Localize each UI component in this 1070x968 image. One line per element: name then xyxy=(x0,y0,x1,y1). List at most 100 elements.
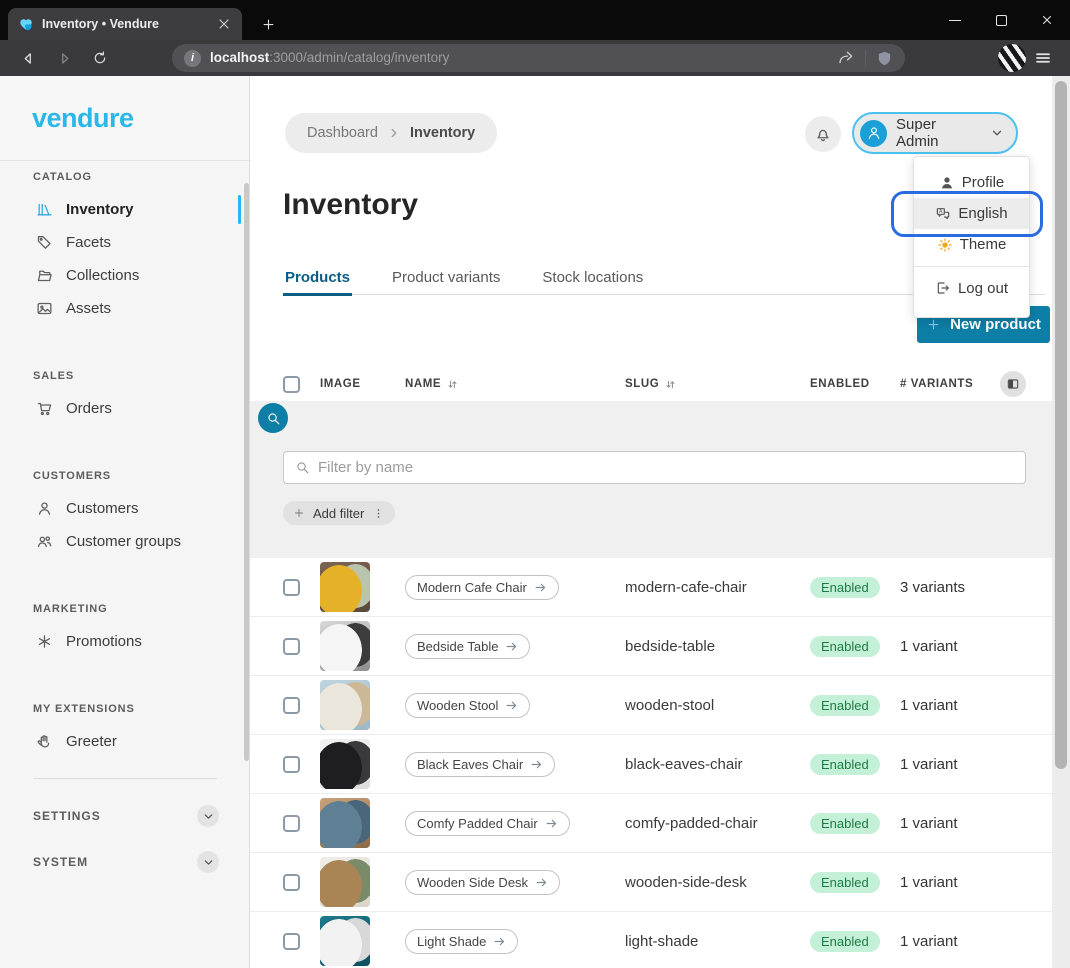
browser-tab[interactable]: Inventory • Vendure xyxy=(8,8,242,40)
product-name-link[interactable]: Light Shade xyxy=(405,929,518,954)
sort-icon[interactable] xyxy=(446,378,459,391)
row-checkbox[interactable] xyxy=(283,874,300,891)
notifications-button[interactable] xyxy=(805,116,841,152)
user-menu-item[interactable]: Profile xyxy=(914,167,1029,198)
vendure-logo[interactable]: vendure xyxy=(0,76,249,161)
menu-item-label: Profile xyxy=(962,174,1005,191)
sidebar-item[interactable]: Customers xyxy=(0,492,249,525)
add-filter-button[interactable]: Add filter xyxy=(283,501,395,525)
product-name-link[interactable]: Wooden Side Desk xyxy=(405,870,560,895)
url-host: localhost xyxy=(210,50,269,65)
table-row[interactable]: Black Eaves Chair black-eaves-chair Enab… xyxy=(250,735,1052,794)
table-row[interactable]: Comfy Padded Chair comfy-padded-chair En… xyxy=(250,794,1052,853)
column-settings-button[interactable] xyxy=(1000,371,1026,397)
sidebar-group-label: SETTINGS xyxy=(33,809,101,823)
tab[interactable]: Product variants xyxy=(390,261,502,294)
product-table-body: Modern Cafe Chair modern-cafe-chair Enab… xyxy=(250,558,1052,968)
sidebar-item-label: Assets xyxy=(66,300,111,317)
sidebar-item[interactable]: Orders xyxy=(0,392,249,425)
product-thumbnail xyxy=(320,857,370,907)
sidebar-item-icon xyxy=(36,267,53,284)
row-checkbox[interactable] xyxy=(283,756,300,773)
user-menu-item[interactable]: English xyxy=(914,198,1029,229)
tab-close-icon[interactable] xyxy=(216,16,232,32)
table-row[interactable]: Light Shade light-shade Enabled 1 varian… xyxy=(250,912,1052,968)
breadcrumb-current[interactable]: Inventory xyxy=(410,125,475,141)
sidebar-section: CATALOG Inventory Facets xyxy=(0,171,249,325)
product-name-link[interactable]: Modern Cafe Chair xyxy=(405,575,559,600)
table-row[interactable]: Modern Cafe Chair modern-cafe-chair Enab… xyxy=(250,558,1052,617)
expand-button[interactable] xyxy=(197,805,219,827)
product-name-link[interactable]: Wooden Stool xyxy=(405,693,530,718)
sidebar-collapsible-group[interactable]: SYSTEM xyxy=(0,839,249,885)
sidebar-item-icon xyxy=(36,733,53,750)
arrow-right-icon xyxy=(545,817,558,830)
more-options-icon[interactable] xyxy=(372,507,385,520)
page-scrollbar-track xyxy=(1052,76,1070,968)
sidebar-item-label: Greeter xyxy=(66,733,117,750)
sidebar-item-label: Collections xyxy=(66,267,139,284)
sidebar-item-label: Inventory xyxy=(66,201,134,218)
new-tab-button[interactable] xyxy=(254,10,282,38)
row-checkbox[interactable] xyxy=(283,697,300,714)
row-checkbox[interactable] xyxy=(283,638,300,655)
site-info-icon[interactable]: i xyxy=(184,50,201,67)
search-toggle-button[interactable] xyxy=(258,403,288,433)
sidebar-collapsible-group[interactable]: SETTINGS xyxy=(0,793,249,839)
sidebar-item[interactable]: Collections xyxy=(0,259,249,292)
browser-profile-avatar[interactable] xyxy=(998,44,1026,72)
sidebar-item[interactable]: Promotions xyxy=(0,625,249,658)
share-icon[interactable] xyxy=(837,49,855,67)
filter-by-name-input[interactable] xyxy=(318,459,1014,476)
tab[interactable]: Products xyxy=(283,261,352,294)
columns-icon xyxy=(1006,377,1020,391)
expand-button[interactable] xyxy=(197,851,219,873)
menu-item-label: Theme xyxy=(960,236,1007,253)
product-name-link[interactable]: Bedside Table xyxy=(405,634,530,659)
select-all-checkbox[interactable] xyxy=(283,376,300,393)
sidebar-item[interactable]: Customer groups xyxy=(0,525,249,558)
product-name-link[interactable]: Black Eaves Chair xyxy=(405,752,555,777)
brave-shield-icon[interactable] xyxy=(876,50,893,67)
sidebar-item-label: Orders xyxy=(66,400,112,417)
user-menu-item[interactable]: Log out xyxy=(914,266,1029,303)
sidebar-item-label: Facets xyxy=(66,234,111,251)
breadcrumb-dashboard-link[interactable]: Dashboard xyxy=(307,125,378,141)
maximize-button[interactable] xyxy=(978,0,1024,40)
variant-count: 1 variant xyxy=(900,697,1022,714)
sidebar-scrollbar-thumb[interactable] xyxy=(244,183,249,761)
product-name-link[interactable]: Comfy Padded Chair xyxy=(405,811,570,836)
column-header[interactable]: NAME xyxy=(405,378,625,391)
column-header[interactable]: IMAGE xyxy=(320,378,405,390)
browser-menu-button[interactable] xyxy=(1026,44,1060,72)
column-header[interactable]: SLUG xyxy=(625,378,810,391)
table-row[interactable]: Wooden Side Desk wooden-side-desk Enable… xyxy=(250,853,1052,912)
url-bar[interactable]: i localhost:3000/admin/catalog/inventory xyxy=(172,44,905,72)
back-button[interactable] xyxy=(10,44,46,72)
table-row[interactable]: Wooden Stool wooden-stool Enabled 1 vari… xyxy=(250,676,1052,735)
menu-item-label: Log out xyxy=(958,280,1008,297)
sidebar-item[interactable]: Assets xyxy=(0,292,249,325)
product-slug: black-eaves-chair xyxy=(625,756,810,773)
sidebar-item[interactable]: Inventory xyxy=(0,193,249,226)
tab[interactable]: Stock locations xyxy=(540,261,645,294)
row-checkbox[interactable] xyxy=(283,579,300,596)
user-menu-button[interactable]: Super Admin xyxy=(852,112,1018,154)
sidebar-item[interactable]: Facets xyxy=(0,226,249,259)
reload-button[interactable] xyxy=(82,44,118,72)
avatar xyxy=(860,120,887,147)
column-header[interactable]: ENABLED xyxy=(810,378,900,390)
sidebar-item-icon xyxy=(36,300,53,317)
forward-button[interactable] xyxy=(46,44,82,72)
user-menu-item[interactable]: Theme xyxy=(914,229,1029,260)
table-row[interactable]: Bedside Table bedside-table Enabled 1 va… xyxy=(250,617,1052,676)
minimize-button[interactable] xyxy=(932,0,978,40)
close-button[interactable] xyxy=(1024,0,1070,40)
page-scrollbar-thumb[interactable] xyxy=(1055,81,1067,769)
sort-icon[interactable] xyxy=(664,378,677,391)
row-checkbox[interactable] xyxy=(283,933,300,950)
vendure-favicon-heart-icon xyxy=(18,16,34,32)
row-checkbox[interactable] xyxy=(283,815,300,832)
sidebar-item[interactable]: Greeter xyxy=(0,725,249,758)
close-icon xyxy=(1040,13,1054,27)
